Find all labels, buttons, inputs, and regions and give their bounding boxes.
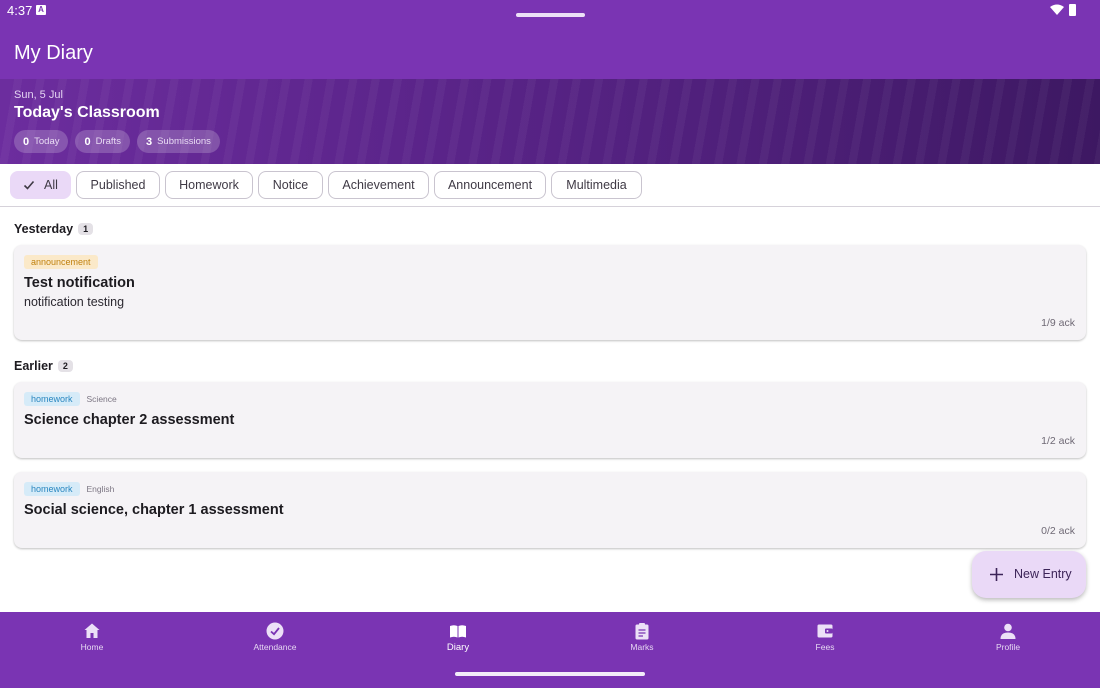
wifi-icon (1050, 4, 1064, 15)
card-tags: homework Science (24, 392, 117, 406)
subject-label: English (86, 484, 115, 494)
ack-count: 1/9 ack (1041, 317, 1075, 329)
stat-label: Drafts (95, 136, 121, 147)
classroom-summary-banner: Sun, 5 Jul Today's Classroom 0 Today 0 D… (0, 79, 1100, 164)
wallet-icon (817, 624, 833, 638)
filter-chip-row: All Published Homework Notice Achievemen… (0, 164, 1100, 207)
filter-chip-label: Announcement (447, 178, 533, 192)
stat-row: 0 Today 0 Drafts 3 Submissions (14, 130, 220, 153)
entry-title: Science chapter 2 assessment (24, 412, 235, 428)
filter-chip-label: All (44, 178, 58, 192)
person-icon (1000, 623, 1016, 639)
section-title: Yesterday (14, 222, 74, 236)
filter-chip-notice[interactable]: Notice (258, 171, 323, 199)
notification-icon: A (36, 5, 46, 15)
filter-chip-label: Notice (272, 178, 309, 192)
stat-value: 0 (23, 135, 30, 148)
subject-label: Science (86, 394, 117, 404)
home-indicator[interactable] (455, 672, 645, 676)
clipboard-icon (635, 623, 649, 640)
nav-label: Profile (995, 642, 1021, 652)
filter-chip-label: Homework (179, 178, 239, 192)
app-bar: My Diary (0, 22, 1100, 79)
category-tag: homework (24, 482, 80, 496)
book-icon (450, 625, 466, 638)
new-entry-label: New Entry (1014, 567, 1072, 581)
stat-drafts: 0 Drafts (75, 130, 130, 153)
filter-chip-label: Published (90, 178, 146, 192)
filter-chip-label: Achievement (342, 178, 415, 192)
status-bar: 4:37 A (0, 0, 1100, 22)
status-time: 4:37 (7, 3, 33, 18)
nav-diary[interactable]: Diary (408, 612, 508, 662)
filter-chip-achievement[interactable]: Achievement (328, 171, 429, 199)
banner-date: Sun, 5 Jul (14, 89, 63, 101)
nav-profile[interactable]: Profile (958, 612, 1058, 662)
home-icon (84, 623, 100, 638)
count-badge: 1 (78, 223, 94, 235)
entry-body: notification testing (24, 295, 125, 309)
entry-title: Test notification (24, 275, 135, 291)
category-tag: homework (24, 392, 80, 406)
nav-home[interactable]: Home (42, 612, 142, 662)
stat-value: 0 (84, 135, 91, 148)
category-tag: announcement (24, 255, 98, 269)
nav-label: Diary (446, 642, 470, 653)
filter-chip-all[interactable]: All (10, 171, 71, 199)
entry-title: Social science, chapter 1 assessment (24, 502, 284, 518)
check-circle-icon (266, 622, 284, 640)
filter-chip-announcement[interactable]: Announcement (434, 171, 546, 199)
nav-fees[interactable]: Fees (775, 612, 875, 662)
filter-chip-published[interactable]: Published (76, 171, 160, 199)
filter-chip-label: Multimedia (566, 178, 627, 192)
filter-chip-multimedia[interactable]: Multimedia (551, 171, 642, 199)
diary-entry-card[interactable]: homework English Social science, chapter… (14, 472, 1086, 548)
section-header-earlier: Earlier 2 (14, 359, 73, 373)
stat-today: 0 Today (14, 130, 69, 153)
nav-label: Marks (630, 642, 654, 652)
nav-label: Attendance (253, 642, 297, 652)
stat-value: 3 (145, 135, 153, 148)
section-header-yesterday: Yesterday 1 (14, 222, 94, 236)
card-tags: announcement (24, 255, 98, 269)
nav-label: Fees (815, 642, 835, 652)
stat-label: Today (34, 136, 60, 147)
camera-notch (516, 13, 585, 17)
stat-submissions: 3 Submissions (136, 130, 220, 153)
ack-count: 0/2 ack (1041, 525, 1075, 537)
section-title: Earlier (14, 359, 53, 373)
battery-icon (1069, 4, 1076, 16)
filter-chip-homework[interactable]: Homework (165, 171, 253, 199)
diary-entry-card[interactable]: homework Science Science chapter 2 asses… (14, 382, 1086, 458)
stat-label: Submissions (157, 136, 211, 147)
new-entry-button[interactable]: New Entry (972, 551, 1086, 598)
plus-icon (990, 568, 1003, 581)
card-tags: homework English (24, 482, 114, 496)
page-title: My Diary (14, 42, 93, 64)
bottom-navigation: Home Attendance Diary Marks Fees Profile (0, 612, 1100, 688)
banner-title: Today's Classroom (14, 104, 160, 121)
diary-entry-card[interactable]: announcement Test notification notificat… (14, 245, 1086, 340)
nav-label: Home (80, 642, 104, 652)
check-icon (23, 180, 35, 190)
ack-count: 1/2 ack (1041, 435, 1075, 447)
nav-marks[interactable]: Marks (592, 612, 692, 662)
nav-attendance[interactable]: Attendance (225, 612, 325, 662)
count-badge: 2 (57, 360, 73, 372)
